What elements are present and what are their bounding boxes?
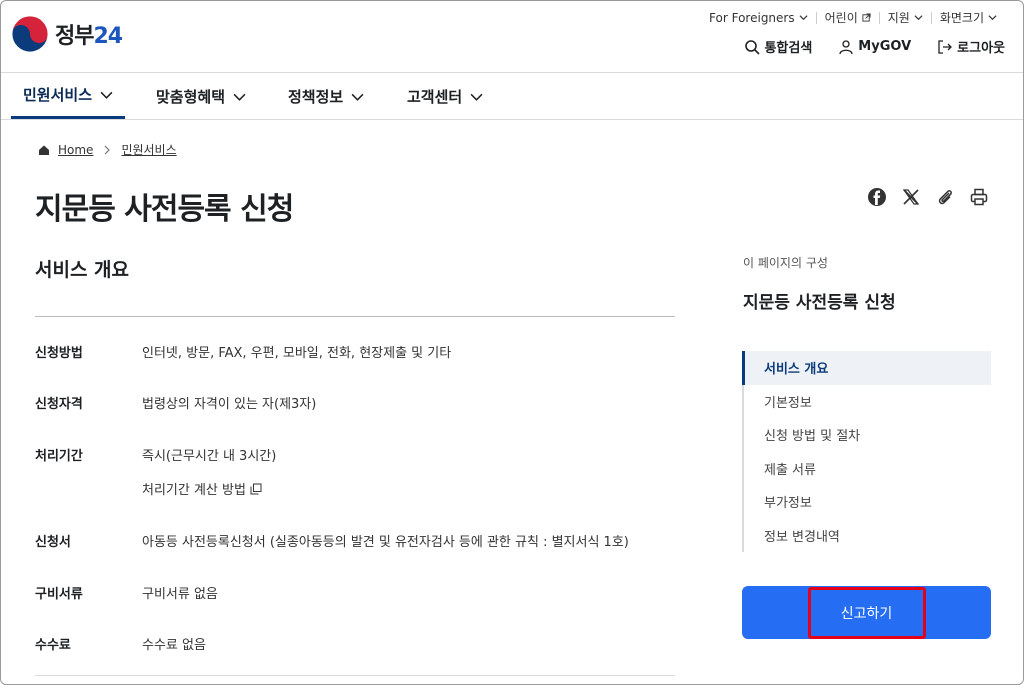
screen-size-dropdown[interactable]: 화면크기 [932,9,1005,26]
info-label: 수수료 [35,638,71,653]
breadcrumb-home[interactable]: Home [58,143,93,157]
chevron-down-icon [988,15,997,21]
paperclip-icon[interactable] [935,187,955,207]
chevron-down-icon [470,93,483,101]
info-value: 법령상의 자격이 있는 자(제3자) [142,397,317,412]
search-icon [745,39,761,55]
kids-link[interactable]: 어린이 [817,9,879,26]
home-icon [39,145,49,155]
divider [35,675,675,676]
info-label: 신청서 [35,535,71,550]
breadcrumb-current[interactable]: 민원서비스 [121,141,176,158]
logo-text: 정부24 [55,24,123,49]
for-foreigners-dropdown[interactable]: For Foreigners [701,11,816,25]
external-link-icon [862,13,871,22]
info-value: 아동등 사전등록신청서 (실종아동등의 발견 및 유전자검사 등에 관한 규칙 … [142,535,629,550]
main-nav: 민원서비스 맞춤형혜택 정책정보 고객센터 [1,72,1023,120]
taegeuk-logo-icon [11,15,49,53]
nav-customer-center[interactable]: 고객센터 [407,73,483,119]
side-title: 지문등 사전등록 신청 [743,293,896,313]
page-toc: 서비스 개요 기본정보 신청 방법 및 절차 제출 서류 부가정보 정보 변경내… [742,351,991,552]
popup-icon [250,483,262,494]
user-icon [839,39,853,54]
chevron-down-icon [351,93,364,101]
chevron-down-icon [799,15,808,21]
support-dropdown[interactable]: 지원 [880,9,931,26]
toc-item-procedure[interactable]: 신청 방법 및 절차 [744,418,991,452]
breadcrumb: Home 민원서비스 [38,141,177,158]
toc-item-overview[interactable]: 서비스 개요 [742,351,991,385]
report-button[interactable]: 신고하기 [742,586,991,639]
mygov-button[interactable]: MyGOV [838,39,911,55]
highlight-box: 신고하기 [807,586,926,639]
info-label: 신청방법 [35,346,83,361]
side-caption: 이 페이지의 구성 [743,256,828,270]
logout-icon [938,39,953,54]
info-label: 신청자격 [35,397,83,412]
toc-item-documents[interactable]: 제출 서류 [744,452,991,486]
page-title: 지문등 사전등록 신청 [35,192,294,227]
section-title-overview: 서비스 개요 [35,259,130,281]
info-value: 수수료 없음 [142,638,206,653]
toc-item-change-history[interactable]: 정보 변경내역 [744,519,991,553]
page-frame: 정부24 For Foreigners 어린이 지원 화면크기 통합검색 MyG… [0,0,1024,685]
facebook-icon[interactable] [867,187,887,207]
chevron-down-icon [233,93,246,101]
logout-button[interactable]: 로그아웃 [937,37,1005,56]
chevron-down-icon [914,15,923,21]
nav-civil-service[interactable]: 민원서비스 [11,73,126,119]
info-value: 구비서류 없음 [142,587,218,602]
info-value: 인터넷, 방문, FAX, 우편, 모바일, 전화, 현장제출 및 기타 [142,346,452,361]
toc-item-basic-info[interactable]: 기본정보 [744,385,991,419]
info-value: 즉시(근무시간 내 3시간) [142,449,277,464]
toc-item-additional-info[interactable]: 부가정보 [744,485,991,519]
info-label: 처리기간 [35,449,83,464]
share-tools [867,187,989,207]
info-label: 구비서류 [35,587,83,602]
header-actions: 통합검색 MyGOV 로그아웃 [744,37,1005,56]
search-button[interactable]: 통합검색 [744,37,812,56]
gov24-logo[interactable]: 정부24 [11,15,123,53]
utility-nav: For Foreigners 어린이 지원 화면크기 [701,9,1005,26]
x-twitter-icon[interactable] [901,187,921,207]
chevron-right-icon [105,145,111,154]
period-calc-link[interactable]: 처리기간 계산 방법 [142,479,262,498]
nav-policy-info[interactable]: 정책정보 [288,73,364,119]
print-icon[interactable] [969,187,989,207]
divider [35,316,675,317]
chevron-down-icon [100,91,113,99]
nav-custom-benefits[interactable]: 맞춤형혜택 [156,73,246,119]
